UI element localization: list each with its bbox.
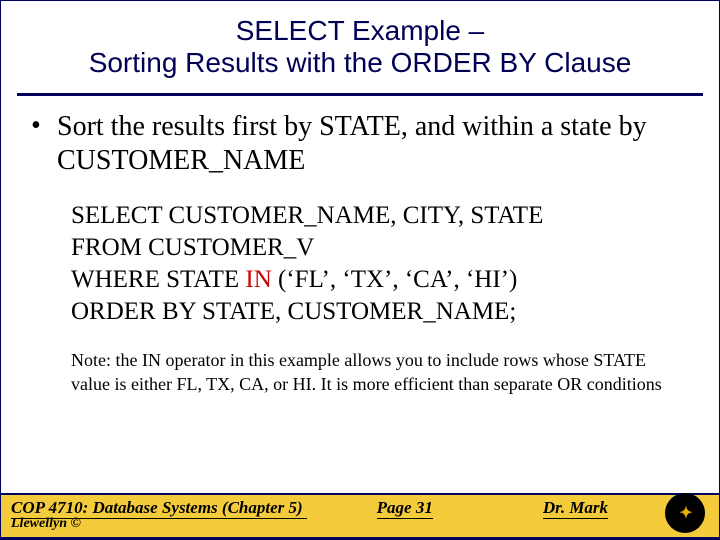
title-line-2: Sorting Results with the ORDER BY Clause <box>31 47 689 79</box>
sql-line-3-prefix: WHERE STATE <box>71 266 245 293</box>
bullet-row: • Sort the results first by STATE, and w… <box>31 110 689 178</box>
sql-line-1-text: SELECT CUSTOMER_NAME, CITY, STATE <box>71 202 543 229</box>
slide-body: • Sort the results first by STATE, and w… <box>1 96 719 396</box>
sql-code-block: SELECT CUSTOMER_NAME, CITY, STATE FROM C… <box>71 200 689 328</box>
sql-line-1: SELECT CUSTOMER_NAME, CITY, STATE <box>71 200 689 232</box>
title-block: SELECT Example – Sorting Results with th… <box>1 1 719 85</box>
footer-page: Page 31 <box>377 498 433 519</box>
title-line-1: SELECT Example – <box>31 15 689 47</box>
slide: SELECT Example – Sorting Results with th… <box>0 0 720 540</box>
bullet-dot-icon: • <box>31 110 57 142</box>
sql-keyword-in: IN <box>245 266 271 293</box>
footer-author: Dr. Mark <box>543 498 608 519</box>
ucf-logo-text: ✦ <box>679 503 690 523</box>
footer-inner: COP 4710: Database Systems (Chapter 5) P… <box>1 495 719 519</box>
footer-logo: ✦ <box>665 493 705 533</box>
note-text: Note: the IN operator in this example al… <box>71 348 681 396</box>
footer-bar: COP 4710: Database Systems (Chapter 5) P… <box>1 493 719 539</box>
sql-line-3-suffix: (‘FL’, ‘TX’, ‘CA’, ‘HI’) <box>272 266 518 293</box>
bullet-text: Sort the results first by STATE, and wit… <box>57 110 689 178</box>
ucf-logo-icon: ✦ <box>665 493 705 533</box>
sql-line-2: FROM CUSTOMER_V <box>71 232 689 264</box>
sql-line-2-text: FROM CUSTOMER_V <box>71 234 314 261</box>
sql-line-4: ORDER BY STATE, CUSTOMER_NAME; <box>71 296 689 328</box>
sql-line-3: WHERE STATE IN (‘FL’, ‘TX’, ‘CA’, ‘HI’) <box>71 264 689 296</box>
sql-line-4-text: ORDER BY STATE, CUSTOMER_NAME; <box>71 298 516 325</box>
